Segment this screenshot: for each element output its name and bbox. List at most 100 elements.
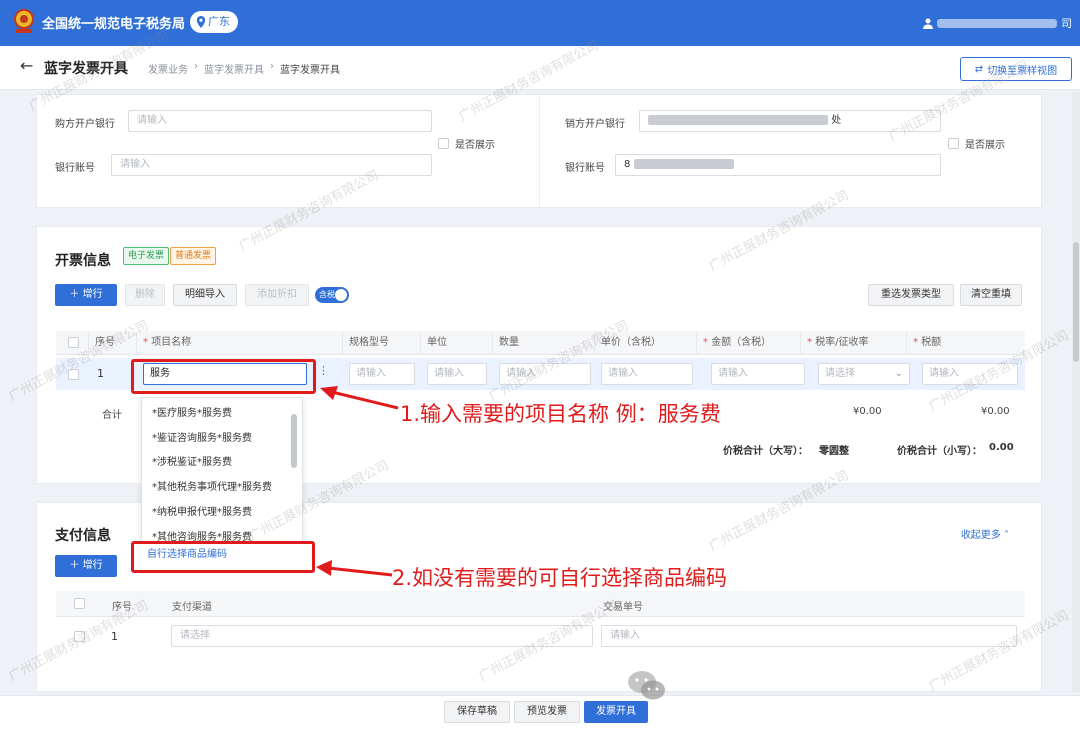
back-arrow-icon[interactable]: ← bbox=[20, 56, 33, 75]
row-index: 1 bbox=[97, 367, 104, 380]
system-title: 全国统一规范电子税务局 bbox=[42, 17, 186, 32]
region-selector[interactable]: 广东 bbox=[190, 11, 238, 33]
page-header: ← 蓝字发票开具 发票业务 › 蓝字发票开具 › 蓝字发票开具 ⇄ 切换至票样视图 bbox=[0, 46, 1080, 90]
user-menu[interactable]: 司 bbox=[923, 15, 1072, 31]
collapse-more-link[interactable]: 收起更多 ˄ bbox=[961, 526, 1009, 541]
switch-view-label: 切换至票样视图 bbox=[987, 65, 1058, 77]
add-row-label: 增行 bbox=[82, 289, 103, 300]
total-tax: ¥0.00 bbox=[981, 406, 1010, 417]
seller-account-input[interactable]: 8 bbox=[615, 154, 941, 176]
col-unit: 单位 bbox=[420, 331, 492, 355]
annotation-step-1: 1.输入需要的项目名称 例：服务费 bbox=[400, 402, 721, 426]
col-tax-rate-label: 税率/征收率 bbox=[815, 337, 869, 348]
required-mark: * bbox=[143, 337, 148, 348]
amount-input[interactable]: 请输入 bbox=[711, 363, 805, 385]
buyer-show-checkbox[interactable] bbox=[438, 138, 449, 149]
delete-row-button[interactable]: 删除 bbox=[125, 284, 165, 306]
required-mark: * bbox=[913, 337, 918, 348]
seller-bank-label: 销方开户银行 bbox=[565, 119, 625, 130]
col-item-name: * 项目名称 bbox=[136, 331, 342, 355]
page-scroll-thumb[interactable] bbox=[1073, 242, 1079, 362]
unit-input[interactable]: 请输入 bbox=[427, 363, 487, 385]
col-amount: * 金额（含税） bbox=[696, 331, 800, 355]
select-all-checkbox[interactable] bbox=[68, 337, 79, 348]
preview-invoice-button[interactable]: 预览发票 bbox=[514, 701, 580, 723]
col-tax-rate: * 税率/征收率 bbox=[800, 331, 906, 355]
blurred-value bbox=[648, 115, 828, 125]
reselect-type-button[interactable]: 重选发票类型 bbox=[868, 284, 954, 306]
page-scrollbar[interactable] bbox=[1072, 92, 1080, 692]
col-price-label: 单价（含税） bbox=[601, 337, 661, 348]
more-options-icon[interactable]: ⋮ bbox=[318, 364, 329, 377]
seller-bank-tail: 处 bbox=[831, 115, 842, 126]
buyer-bank-input[interactable]: 请输入 bbox=[128, 110, 432, 132]
buyer-bank-label: 购方开户银行 bbox=[55, 119, 115, 130]
switch-view-button[interactable]: ⇄ 切换至票样视图 bbox=[960, 57, 1072, 81]
col-item-name-label: 项目名称 bbox=[151, 337, 192, 348]
payment-add-row-label: 增行 bbox=[82, 560, 103, 571]
col-spec-label: 规格型号 bbox=[349, 337, 389, 348]
electronic-invoice-tag: 电子发票 bbox=[123, 247, 170, 265]
buyer-account-label: 银行账号 bbox=[55, 163, 95, 174]
row-checkbox[interactable] bbox=[68, 369, 79, 380]
payment-row-checkbox[interactable] bbox=[74, 631, 85, 642]
seller-bank-input[interactable]: 处 bbox=[639, 110, 941, 132]
issue-invoice-button[interactable]: 发票开具 bbox=[584, 701, 648, 723]
detail-import-button[interactable]: 明细导入 bbox=[173, 284, 237, 306]
toggle-knob bbox=[335, 289, 347, 301]
invoice-section-title: 开票信息 bbox=[55, 253, 111, 269]
scroll-thumb[interactable] bbox=[291, 414, 297, 468]
breadcrumb-separator: › bbox=[194, 61, 198, 72]
suggestion-scrollbar[interactable] bbox=[290, 402, 298, 538]
spec-input[interactable]: 请输入 bbox=[349, 363, 415, 385]
top-bar: 全国统一规范电子税务局 广东 司 bbox=[0, 0, 1080, 46]
payment-table-header: 序号 支付渠道 交易单号 bbox=[56, 591, 1025, 617]
breadcrumb-item[interactable]: 发票业务 bbox=[148, 61, 188, 76]
user-icon bbox=[923, 18, 933, 29]
col-tax-label: 税额 bbox=[921, 337, 942, 348]
sum-lower-value: 0.00 bbox=[989, 442, 1014, 453]
col-unit-label: 单位 bbox=[427, 337, 447, 348]
buyer-account-input[interactable]: 请输入 bbox=[111, 154, 432, 176]
region-label: 广东 bbox=[208, 15, 230, 28]
payment-col-txn: 交易单号 bbox=[603, 602, 643, 613]
payment-select-all-checkbox[interactable] bbox=[74, 598, 85, 609]
payment-add-row-button[interactable]: ＋ 增行 bbox=[55, 555, 117, 577]
price-input[interactable]: 请输入 bbox=[601, 363, 693, 385]
suggestion-item[interactable]: *纳税申报代理*服务费 bbox=[152, 503, 252, 518]
col-index: 序号 bbox=[88, 331, 138, 355]
buyer-show-label: 是否展示 bbox=[455, 140, 495, 151]
tax-input[interactable]: 请输入 bbox=[922, 363, 1018, 385]
add-discount-button[interactable]: 添加折扣 bbox=[245, 284, 309, 306]
save-draft-button[interactable]: 保存草稿 bbox=[444, 701, 510, 723]
breadcrumb-item[interactable]: 蓝字发票开具 bbox=[204, 61, 264, 76]
payment-channel-select[interactable]: 请选择 bbox=[171, 625, 593, 647]
tax-rate-select[interactable]: 请选择 ⌄ bbox=[818, 363, 910, 385]
qty-input[interactable]: 请输入 bbox=[499, 363, 591, 385]
tax-emblem-icon bbox=[14, 9, 34, 33]
tax-rate-placeholder: 请选择 bbox=[825, 368, 855, 379]
sum-upper-label: 价税合计（大写）： bbox=[723, 446, 808, 457]
swap-icon: ⇄ bbox=[974, 63, 984, 75]
col-qty: 数量 bbox=[492, 331, 594, 355]
transaction-number-input[interactable]: 请输入 bbox=[601, 625, 1017, 647]
tax-inclusive-toggle[interactable]: 含税 bbox=[315, 287, 349, 303]
payment-col-index: 序号 bbox=[112, 602, 132, 613]
add-row-button[interactable]: ＋ 增行 bbox=[55, 284, 117, 306]
payment-col-channel: 支付渠道 bbox=[172, 602, 212, 613]
user-name-suffix: 司 bbox=[1061, 17, 1072, 30]
highlight-product-code bbox=[131, 541, 315, 573]
suggestion-item[interactable]: *医疗服务*服务费 bbox=[152, 404, 232, 419]
suggestion-item[interactable]: *涉税鉴证*服务费 bbox=[152, 453, 232, 468]
breadcrumb: 发票业务 › 蓝字发票开具 › 蓝字发票开具 bbox=[148, 61, 340, 76]
suggestion-item[interactable]: *鉴证咨询服务*服务费 bbox=[152, 429, 252, 444]
suggestion-item[interactable]: *其他税务事项代理*服务费 bbox=[152, 478, 272, 493]
required-mark: * bbox=[703, 337, 708, 348]
page-title: 蓝字发票开具 bbox=[44, 61, 128, 77]
total-amount: ¥0.00 bbox=[853, 406, 882, 417]
payment-section-title: 支付信息 bbox=[55, 528, 111, 544]
clear-button[interactable]: 清空重填 bbox=[960, 284, 1022, 306]
annotation-arrow-2 bbox=[316, 560, 393, 577]
col-qty-label: 数量 bbox=[499, 337, 519, 348]
seller-show-checkbox[interactable] bbox=[948, 138, 959, 149]
